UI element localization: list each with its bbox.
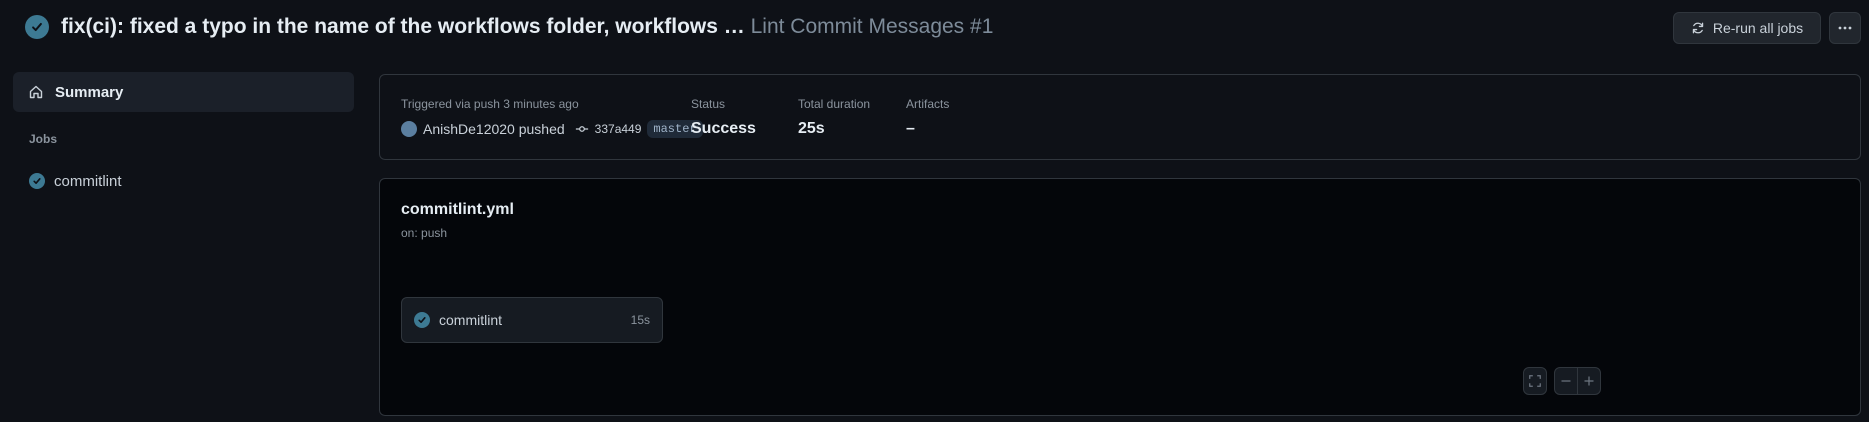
graph-job-label: commitlint: [439, 312, 503, 328]
duration-label: Total duration: [798, 97, 871, 111]
home-icon: [29, 85, 43, 99]
sidebar-item-summary[interactable]: Summary: [13, 72, 354, 112]
artifacts-value: –: [906, 120, 915, 137]
check-circle-icon: [29, 173, 45, 189]
page-title: fix(ci): fixed a typo in the name of the…: [61, 14, 993, 40]
zoom-controls: [1554, 367, 1601, 395]
rerun-all-jobs-button[interactable]: Re-run all jobs: [1673, 12, 1821, 44]
status-value: Success: [691, 120, 756, 137]
run-summary-card: Triggered via push 3 minutes ago AnishDe…: [379, 74, 1861, 160]
sidebar-item-label: Summary: [55, 83, 124, 101]
workflow-file-name: commitlint.yml: [401, 201, 514, 218]
commit-message: fix(ci): fixed a typo in the name of the…: [61, 15, 745, 38]
workflow-graph: commitlint.yml on: push commitlint 15s: [379, 178, 1861, 416]
rerun-label: Re-run all jobs: [1712, 20, 1804, 36]
actor-link[interactable]: AnishDe12020 pushed: [423, 121, 565, 137]
workflow-trigger: on: push: [401, 226, 448, 240]
sidebar-job-label: commitlint: [54, 172, 122, 190]
duration-value: 25s: [798, 120, 825, 137]
sidebar-item-commitlint[interactable]: commitlint: [29, 170, 122, 192]
artifacts-label: Artifacts: [906, 97, 950, 111]
push-info: AnishDe12020 pushed 337a449 master: [401, 119, 703, 139]
kebab-horizontal-icon: [1838, 26, 1852, 30]
fullscreen-button[interactable]: [1523, 367, 1547, 395]
avatar[interactable]: [401, 121, 417, 137]
jobs-heading: Jobs: [29, 132, 58, 146]
workflow-run-link[interactable]: Lint Commit Messages #1: [751, 15, 994, 38]
status-label: Status: [691, 97, 726, 111]
graph-job-commitlint[interactable]: commitlint 15s: [401, 297, 663, 343]
check-circle-icon: [25, 15, 49, 39]
zoom-out-button[interactable]: [1555, 368, 1577, 394]
git-commit-icon: [575, 126, 588, 132]
more-options-button[interactable]: [1829, 12, 1861, 44]
commit-sha-link[interactable]: 337a449: [595, 122, 642, 136]
check-circle-icon: [414, 312, 430, 328]
trigger-text: Triggered via push 3 minutes ago: [401, 97, 579, 111]
sync-icon: [1692, 22, 1704, 34]
zoom-in-button[interactable]: [1577, 368, 1600, 394]
screen-full-icon: [1529, 375, 1541, 387]
run-header: fix(ci): fixed a typo in the name of the…: [0, 0, 1869, 56]
plus-icon: [1584, 376, 1594, 386]
graph-job-duration: 15s: [630, 313, 650, 327]
minus-icon: [1561, 380, 1571, 382]
